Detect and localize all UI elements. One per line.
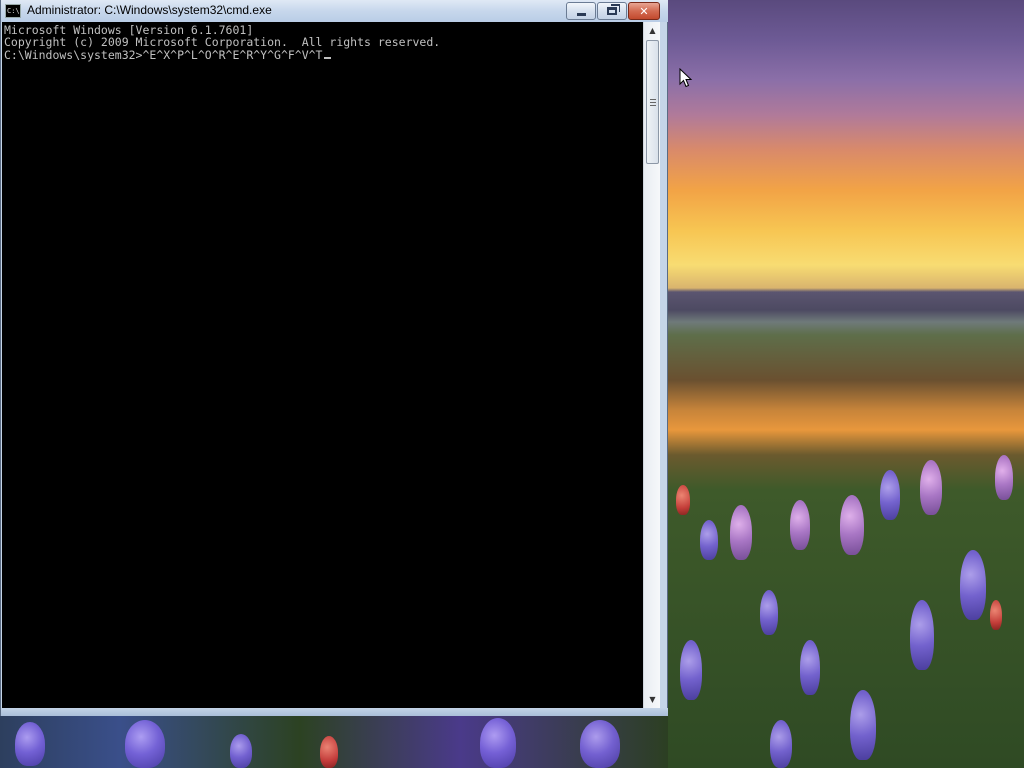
wallpaper-flower <box>15 722 45 766</box>
close-icon: ✕ <box>639 4 649 18</box>
wallpaper-flower <box>580 720 620 768</box>
wallpaper-flower <box>680 640 702 700</box>
text-cursor <box>323 56 331 59</box>
wallpaper-flower <box>790 500 810 550</box>
grip-icon <box>649 98 656 106</box>
vertical-scrollbar[interactable]: ▲ ▼ <box>643 22 660 708</box>
cmd-window[interactable]: C:\ Administrator: C:\Windows\system32\c… <box>0 0 668 716</box>
wallpaper-flower <box>730 505 752 560</box>
mouse-pointer-icon <box>679 68 693 88</box>
wallpaper-flower <box>990 600 1002 630</box>
console-prompt-line[interactable]: C:\Windows\system32>^E^X^P^L^O^R^E^R^Y^G… <box>4 47 643 62</box>
window-bottom-border[interactable] <box>1 708 668 716</box>
restore-button[interactable] <box>597 2 627 20</box>
wallpaper-flower <box>880 470 900 520</box>
minimize-icon <box>576 12 586 16</box>
caption-buttons: ✕ <box>565 2 660 20</box>
cmd-app-icon[interactable]: C:\ <box>5 4 21 18</box>
wallpaper-flower <box>840 495 864 555</box>
scroll-down-button[interactable]: ▼ <box>644 691 661 708</box>
wallpaper-flower <box>480 718 516 768</box>
wallpaper-flower <box>125 720 165 768</box>
wallpaper-flower <box>960 550 986 620</box>
console-prompt-text: C:\Windows\system32>^E^X^P^L^O^R^E^R^Y^G… <box>4 47 323 62</box>
desktop-wallpaper-strip <box>0 716 668 768</box>
scroll-up-button[interactable]: ▲ <box>644 22 661 39</box>
console-output[interactable]: Microsoft Windows [Version 6.1.7601] Copy… <box>2 22 643 708</box>
wallpaper-flower <box>800 640 820 695</box>
restore-icon <box>607 4 620 15</box>
scroll-up-icon: ▲ <box>649 26 656 35</box>
wallpaper-flower <box>230 734 252 768</box>
scroll-thumb[interactable] <box>646 40 659 164</box>
close-button[interactable]: ✕ <box>628 2 660 20</box>
wallpaper-flower <box>995 455 1013 500</box>
minimize-button[interactable] <box>566 2 596 20</box>
wallpaper-flower <box>320 736 338 768</box>
wallpaper-flower <box>850 690 876 760</box>
scroll-down-icon: ▼ <box>649 695 656 704</box>
wallpaper-flower <box>700 520 718 560</box>
wallpaper-flower <box>760 590 778 635</box>
wallpaper-flower <box>770 720 792 768</box>
wallpaper-flower <box>920 460 942 515</box>
window-titlebar[interactable]: C:\ Administrator: C:\Windows\system32\c… <box>1 0 668 22</box>
wallpaper-flower <box>676 485 690 515</box>
wallpaper-flower <box>910 600 934 670</box>
window-title: Administrator: C:\Windows\system32\cmd.e… <box>27 3 272 17</box>
